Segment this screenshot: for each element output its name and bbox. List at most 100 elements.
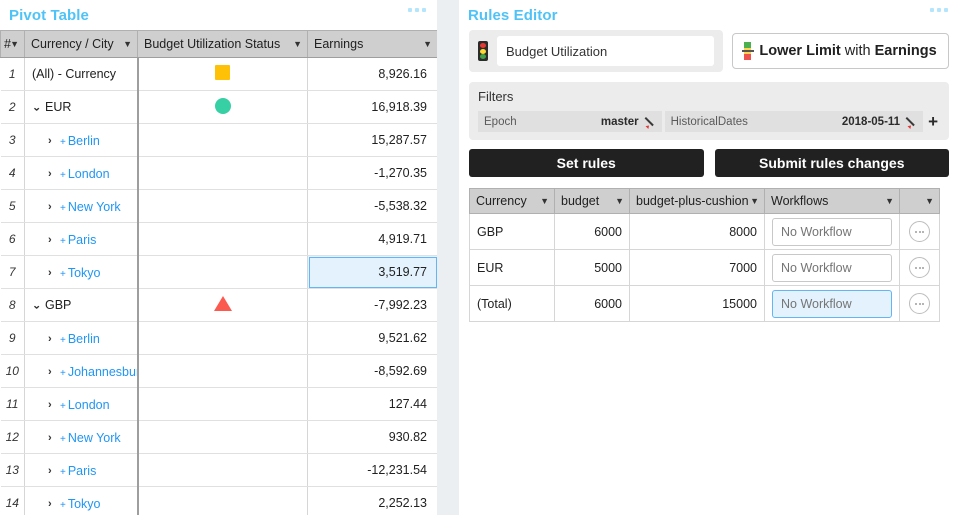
table-row[interactable]: 10 ›+Johannesburg -8,592.69 [0,354,437,388]
more-options-icon[interactable] [909,293,930,314]
rules-currency-cell[interactable]: EUR [469,249,555,286]
expand-plus-icon[interactable]: + [60,500,66,511]
pivot-row-label-cell[interactable]: › + New York [24,189,139,223]
chevron-right-icon[interactable]: › [48,135,59,147]
expand-plus-icon[interactable]: + [60,467,66,478]
table-row[interactable]: 2 ⌄ EUR 16,918.39 [0,90,437,124]
earnings-cell[interactable]: 2,252.13 [307,486,437,515]
workflow-input[interactable] [772,217,892,246]
pivot-row-label-cell[interactable]: › + Tokyo [24,255,139,289]
chevron-right-icon[interactable]: › [48,267,59,279]
chevron-right-icon[interactable]: › [48,333,59,345]
rules-currency-cell[interactable]: GBP [469,213,555,250]
budget-utilization-status-cell[interactable] [137,123,308,157]
expand-plus-icon[interactable]: + [60,368,66,379]
pivot-row-label-cell[interactable]: › + Berlin [24,321,139,355]
pivot-tree-node[interactable]: (All) - Currency [32,67,116,81]
pivot-tree-node[interactable]: › + Tokyo [32,497,101,511]
pivot-ellipsis-icon[interactable] [408,8,426,12]
expand-plus-icon[interactable]: + [60,434,66,445]
expand-plus-icon[interactable]: + [60,170,66,181]
submit-rules-changes-button[interactable]: Submit rules changes [714,149,949,177]
set-rules-button[interactable]: Set rules [469,149,704,177]
chevron-right-icon[interactable]: › [48,465,59,477]
add-filter-button[interactable]: + [926,113,940,130]
budget-utilization-status-cell[interactable] [137,189,308,223]
pivot-tree-node[interactable]: › + New York [32,431,121,445]
pivot-row-label-cell[interactable]: ⌄ EUR [24,90,139,124]
pivot-row-label-cell[interactable]: (All) - Currency [24,57,139,91]
pivot-row-label-cell[interactable]: › + Berlin [24,123,139,157]
rules-workflow-cell[interactable] [764,285,900,322]
pivot-tree-node[interactable]: › + Tokyo [32,266,101,280]
earnings-cell[interactable]: 15,287.57 [307,123,437,157]
pivot-tree-node[interactable]: ⌄ EUR [32,100,71,114]
budget-utilization-status-cell[interactable] [137,57,308,91]
earnings-cell[interactable]: -7,992.23 [307,288,437,322]
chevron-right-icon[interactable]: › [48,201,59,213]
chevron-down-icon[interactable]: ▼ [750,196,759,206]
more-options-icon[interactable] [909,221,930,242]
pivot-row-label-cell[interactable]: › + Paris [24,222,139,256]
column-header-earnings[interactable]: Earnings ▼ [307,30,437,58]
table-row[interactable]: 5 › + New York -5,538.32 [0,189,437,223]
rules-budget-cell[interactable]: 5000 [554,249,630,286]
chevron-down-icon[interactable]: ▼ [123,39,132,49]
pivot-row-label-cell[interactable]: ›+Johannesburg [24,354,139,388]
earnings-cell[interactable]: -12,231.54 [307,453,437,487]
chevron-right-icon[interactable]: › [48,168,59,180]
earnings-cell[interactable]: 4,919.71 [307,222,437,256]
column-header-currency[interactable]: Currency ▼ [469,188,555,214]
table-row[interactable]: 12 › + New York 930.82 [0,420,437,454]
rules-grid-row[interactable]: (Total) 6000 15000 [469,285,940,322]
pivot-row-label-cell[interactable]: ⌄ GBP [24,288,139,322]
rules-workflow-cell[interactable] [764,249,900,286]
budget-utilization-status-cell[interactable] [137,288,308,322]
budget-utilization-status-cell[interactable] [137,255,308,289]
chevron-right-icon[interactable]: › [48,498,59,510]
chevron-down-icon[interactable]: ▼ [423,39,432,49]
earnings-cell[interactable]: 8,926.16 [307,57,437,91]
pivot-tree-node[interactable]: › + New York [32,200,121,214]
column-header-actions[interactable]: ▼ [899,188,940,214]
chevron-down-icon[interactable]: ⌄ [32,299,43,311]
pivot-row-label-cell[interactable]: › + Tokyo [24,486,139,515]
budget-utilization-status-cell[interactable] [137,90,308,124]
table-row[interactable]: 4 › + London -1,270.35 [0,156,437,190]
column-header-workflows[interactable]: Workflows ▼ [764,188,900,214]
chevron-down-icon[interactable]: ⌄ [32,101,43,113]
budget-utilization-status-cell[interactable] [137,420,308,454]
rules-grid-row[interactable]: GBP 6000 8000 [469,213,940,250]
column-header-row-number[interactable]: # ▼ [0,30,25,58]
expand-plus-icon[interactable]: + [60,137,66,148]
earnings-cell[interactable]: -5,538.32 [307,189,437,223]
rule-name-input[interactable] [497,36,714,66]
earnings-cell[interactable]: 127.44 [307,387,437,421]
rules-currency-cell[interactable]: (Total) [469,285,555,322]
chevron-down-icon[interactable]: ▼ [540,196,549,206]
table-row[interactable]: 11 › + London 127.44 [0,387,437,421]
more-options-icon[interactable] [909,257,930,278]
expand-plus-icon[interactable]: + [60,335,66,346]
pivot-tree-node[interactable]: ⌄ GBP [32,298,71,312]
budget-utilization-status-cell[interactable] [137,486,308,515]
rules-budget-plus-cushion-cell[interactable]: 8000 [629,213,765,250]
pencil-icon[interactable] [645,116,657,128]
table-row[interactable]: 7 › + Tokyo 3,519.77 [0,255,437,289]
pivot-tree-node[interactable]: › + London [32,398,110,412]
table-row[interactable]: 1 (All) - Currency 8,926.16 [0,57,437,91]
pencil-icon[interactable] [906,116,918,128]
budget-utilization-status-cell[interactable] [137,453,308,487]
chevron-right-icon[interactable]: › [48,234,59,246]
column-header-currency-city[interactable]: Currency / City ▼ [24,30,138,58]
rules-workflow-cell[interactable] [764,213,900,250]
rules-budget-cell[interactable]: 6000 [554,285,630,322]
expand-plus-icon[interactable]: + [60,269,66,280]
table-row[interactable]: 6 › + Paris 4,919.71 [0,222,437,256]
earnings-cell[interactable]: -8,592.69 [307,354,437,388]
workflow-input[interactable] [772,253,892,282]
chevron-down-icon[interactable]: ▼ [615,196,624,206]
rules-grid-row[interactable]: EUR 5000 7000 [469,249,940,286]
earnings-cell[interactable]: 9,521.62 [307,321,437,355]
budget-utilization-status-cell[interactable] [137,321,308,355]
